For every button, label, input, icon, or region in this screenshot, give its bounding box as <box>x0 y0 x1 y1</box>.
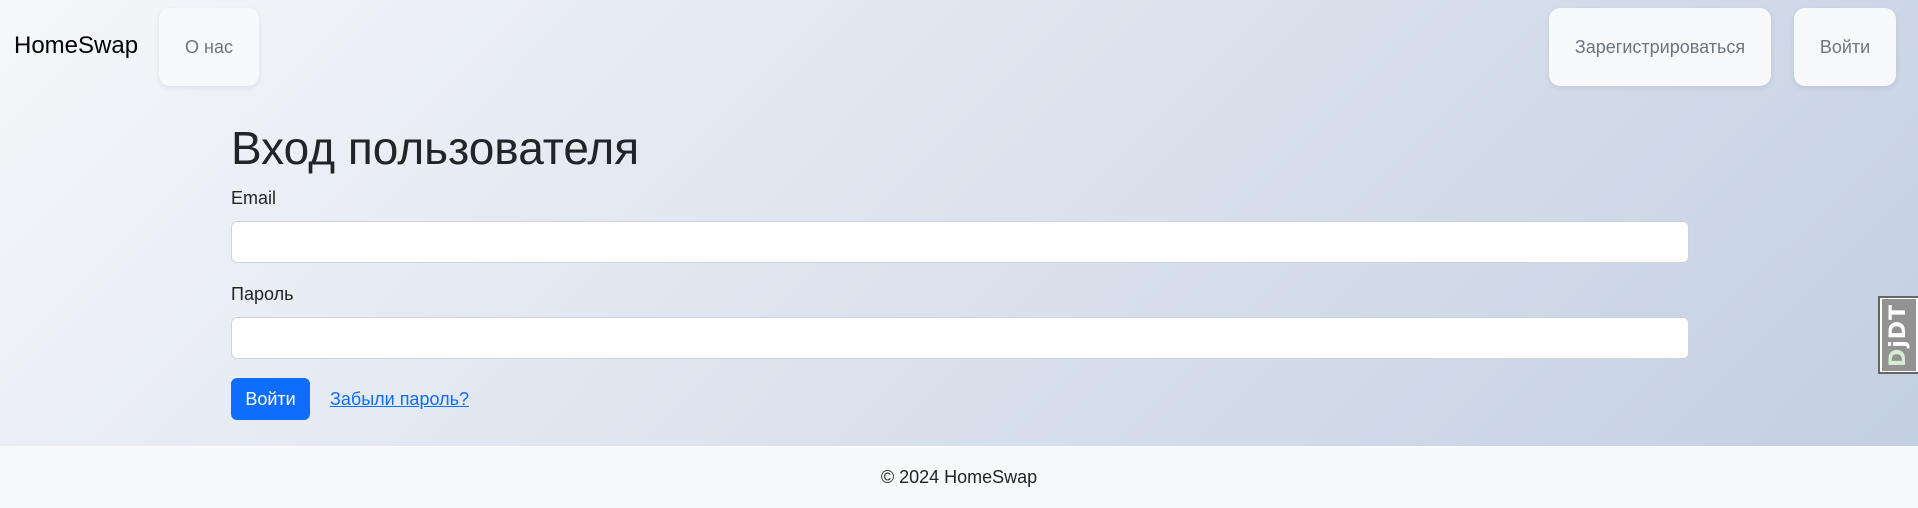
debug-toolbar-handle[interactable]: DjDT <box>1878 296 1918 374</box>
login-submit-button[interactable]: Войти <box>231 378 310 420</box>
main-area: HomeSwap О нас Зарегистрироваться Войти … <box>0 0 1918 446</box>
page-title: Вход пользователя <box>231 122 640 174</box>
email-field[interactable] <box>231 221 1689 263</box>
nav-login-button[interactable]: Войти <box>1794 8 1896 86</box>
page: HomeSwap О нас Зарегистрироваться Войти … <box>0 0 1918 508</box>
debug-toolbar-icon: DjDT <box>1882 299 1916 371</box>
brand-link[interactable]: HomeSwap <box>14 30 138 62</box>
debug-toolbar-label: DjDT <box>1887 303 1912 366</box>
email-label: Email <box>231 188 277 208</box>
footer-copyright: © 2024 HomeSwap <box>880 466 1038 487</box>
password-label: Пароль <box>231 284 294 304</box>
nav-register-button[interactable]: Зарегистрироваться <box>1549 8 1771 86</box>
footer: © 2024 HomeSwap <box>0 446 1918 508</box>
nav-about-button[interactable]: О нас <box>159 8 259 86</box>
debug-toolbar-label-rest: jDT <box>1886 303 1912 348</box>
password-field[interactable] <box>231 317 1689 359</box>
debug-toolbar-label-d: D <box>1886 347 1912 367</box>
forgot-password-link[interactable]: Забыли пароль? <box>330 387 469 411</box>
